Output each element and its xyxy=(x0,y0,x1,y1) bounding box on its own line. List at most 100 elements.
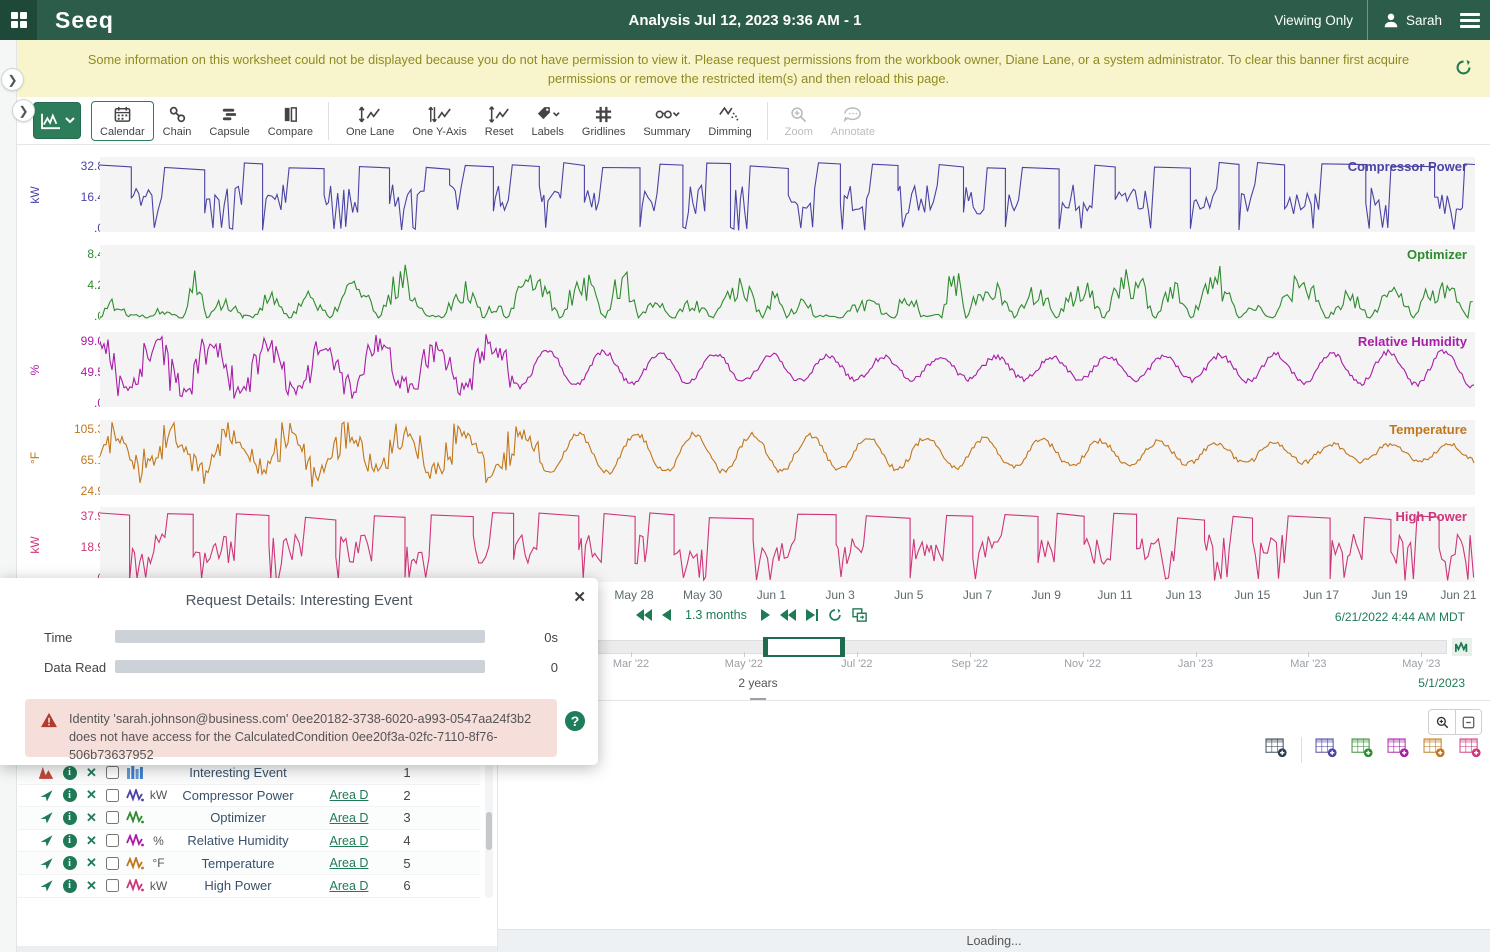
row-checkbox[interactable] xyxy=(102,857,122,870)
row-remove-button[interactable]: ✕ xyxy=(81,878,102,894)
horizontal-scrollbar[interactable] xyxy=(17,946,497,952)
toolbar-button-labels[interactable]: Labels xyxy=(523,101,573,141)
banner-reload-button[interactable] xyxy=(1455,59,1472,81)
row-remove-button[interactable]: ✕ xyxy=(81,765,102,781)
lane-plot[interactable]: Compressor Power xyxy=(100,157,1475,232)
row-send-button[interactable] xyxy=(34,788,58,803)
collapse-button[interactable] xyxy=(1455,710,1481,734)
add-to-table-button[interactable] xyxy=(1387,738,1410,763)
step-back-full-button[interactable] xyxy=(636,609,652,621)
step-forward-half-button[interactable] xyxy=(761,609,770,621)
table-row[interactable]: i✕Interesting Event1 xyxy=(18,762,480,785)
lane-plot[interactable]: Temperature xyxy=(100,420,1475,495)
copy-range-button[interactable] xyxy=(852,608,868,622)
row-asset-link[interactable]: Area D xyxy=(306,788,392,802)
add-to-table-button[interactable] xyxy=(1265,738,1288,763)
row-info-button[interactable]: i xyxy=(58,834,81,848)
row-send-button[interactable] xyxy=(34,810,58,825)
refresh-range-button[interactable] xyxy=(828,608,842,622)
view-mode-dropdown[interactable] xyxy=(33,102,81,139)
row-remove-button[interactable]: ✕ xyxy=(81,810,102,826)
add-to-table-button[interactable] xyxy=(1315,738,1338,763)
row-item-name[interactable]: Temperature xyxy=(170,856,306,871)
table-scrollbar-thumb[interactable] xyxy=(486,812,492,850)
trend-chart[interactable]: 32.816.4.0kWCompressor Power 8.44.2.0Opti… xyxy=(17,145,1490,585)
help-button[interactable]: ? xyxy=(565,711,585,731)
toolbar-button-compare[interactable]: Compare xyxy=(259,101,322,141)
row-send-button[interactable] xyxy=(34,878,58,893)
add-to-table-button[interactable] xyxy=(1423,738,1446,763)
toolbar-button-one-y-axis[interactable]: One Y-Axis xyxy=(403,101,475,141)
row-info-button[interactable]: i xyxy=(58,811,81,825)
lane-plot[interactable]: Relative Humidity xyxy=(100,332,1475,407)
display-range-end[interactable]: 6/21/2022 4:44 AM MDT xyxy=(1335,610,1465,624)
toolbar-button-gridlines[interactable]: Gridlines xyxy=(573,101,634,141)
row-checkbox[interactable] xyxy=(102,766,122,779)
hamburger-menu-icon[interactable] xyxy=(1460,13,1480,28)
row-info-button[interactable]: i xyxy=(58,856,81,870)
series-label[interactable]: Compressor Power xyxy=(1348,159,1467,174)
series-label[interactable]: Optimizer xyxy=(1407,247,1467,262)
row-checkbox[interactable] xyxy=(102,834,122,847)
timeline-auto-update-button[interactable] xyxy=(1452,638,1472,656)
row-remove-button[interactable]: ✕ xyxy=(81,833,102,849)
row-item-name[interactable]: High Power xyxy=(170,878,306,893)
table-scrollbar[interactable] xyxy=(485,762,493,898)
step-to-end-button[interactable] xyxy=(806,609,818,621)
row-checkbox[interactable] xyxy=(102,789,122,802)
toolbar-button-dimming[interactable]: Dimming xyxy=(699,101,760,141)
timeline-end-date[interactable]: 5/1/2023 xyxy=(1418,676,1465,690)
table-row[interactable]: i✕kWCompressor PowerArea D2 xyxy=(18,785,480,808)
row-checkbox[interactable] xyxy=(102,811,122,824)
row-item-name[interactable]: Optimizer xyxy=(170,810,306,825)
add-to-table-button[interactable] xyxy=(1351,738,1374,763)
table-row[interactable]: i✕%Relative HumidityArea D4 xyxy=(18,830,480,853)
modal-close-icon[interactable]: ✕ xyxy=(573,588,586,606)
row-info-button[interactable]: i xyxy=(58,788,81,802)
timeline-selection[interactable] xyxy=(763,637,845,657)
toolbar-button-one-lane[interactable]: One Lane xyxy=(337,101,403,141)
toolbar-button-calendar[interactable]: Calendar xyxy=(91,101,154,141)
row-asset-link[interactable]: Area D xyxy=(306,879,392,893)
row-item-name[interactable]: Compressor Power xyxy=(170,788,306,803)
step-forward-full-button[interactable] xyxy=(780,609,796,621)
row-checkbox[interactable] xyxy=(102,879,122,892)
expand-journal-button[interactable]: ❯ xyxy=(1,68,24,91)
row-asset-link[interactable]: Area D xyxy=(306,856,392,870)
expand-toolbar-button[interactable]: ❯ xyxy=(12,99,35,122)
lane-plot[interactable]: High Power xyxy=(100,507,1475,582)
user-menu[interactable]: Sarah xyxy=(1382,11,1442,29)
lane-plot[interactable]: Optimizer xyxy=(100,245,1475,320)
row-asset-link[interactable]: Area D xyxy=(306,834,392,848)
step-back-half-button[interactable] xyxy=(662,609,671,621)
row-item-name[interactable]: Relative Humidity xyxy=(170,833,306,848)
table-row[interactable]: i✕kWHigh PowerArea D6 xyxy=(18,875,480,898)
table-row[interactable]: i✕°FTemperatureArea D5 xyxy=(18,852,480,875)
table-row[interactable]: i✕OptimizerArea D3 xyxy=(18,807,480,830)
row-send-button[interactable] xyxy=(34,833,58,848)
chart-lane-optimizer[interactable]: 8.44.2.0Optimizer xyxy=(17,245,1490,320)
chart-lane-temperature[interactable]: 105.365.124.9°FTemperature xyxy=(17,420,1490,495)
chart-lane-relative-humidity[interactable]: 99.049.5.0%Relative Humidity xyxy=(17,332,1490,407)
row-info-button[interactable]: i xyxy=(58,766,81,780)
series-label[interactable]: High Power xyxy=(1395,509,1467,524)
zoom-in-button[interactable] xyxy=(1429,710,1455,734)
timeline-span[interactable]: 2 years xyxy=(738,676,777,690)
series-label[interactable]: Temperature xyxy=(1389,422,1467,437)
row-remove-button[interactable]: ✕ xyxy=(81,855,102,871)
chart-lane-compressor-power[interactable]: 32.816.4.0kWCompressor Power xyxy=(17,157,1490,232)
toolbar-button-summary[interactable]: Summary xyxy=(634,101,699,141)
toolbar-button-capsule[interactable]: Capsule xyxy=(200,101,258,141)
home-button[interactable] xyxy=(0,0,37,40)
chart-lane-high-power[interactable]: 37.918.9.0kWHigh Power xyxy=(17,507,1490,582)
series-label[interactable]: Relative Humidity xyxy=(1358,334,1467,349)
row-item-name[interactable]: Interesting Event xyxy=(170,765,306,780)
row-info-button[interactable]: i xyxy=(58,879,81,893)
row-asset-link[interactable]: Area D xyxy=(306,811,392,825)
row-warning-icon[interactable] xyxy=(34,766,58,779)
row-send-button[interactable] xyxy=(34,856,58,871)
row-remove-button[interactable]: ✕ xyxy=(81,787,102,803)
display-range-duration[interactable]: 1.3 months xyxy=(685,608,747,622)
toolbar-button-reset[interactable]: Reset xyxy=(476,101,523,141)
add-to-table-button[interactable] xyxy=(1459,738,1482,763)
